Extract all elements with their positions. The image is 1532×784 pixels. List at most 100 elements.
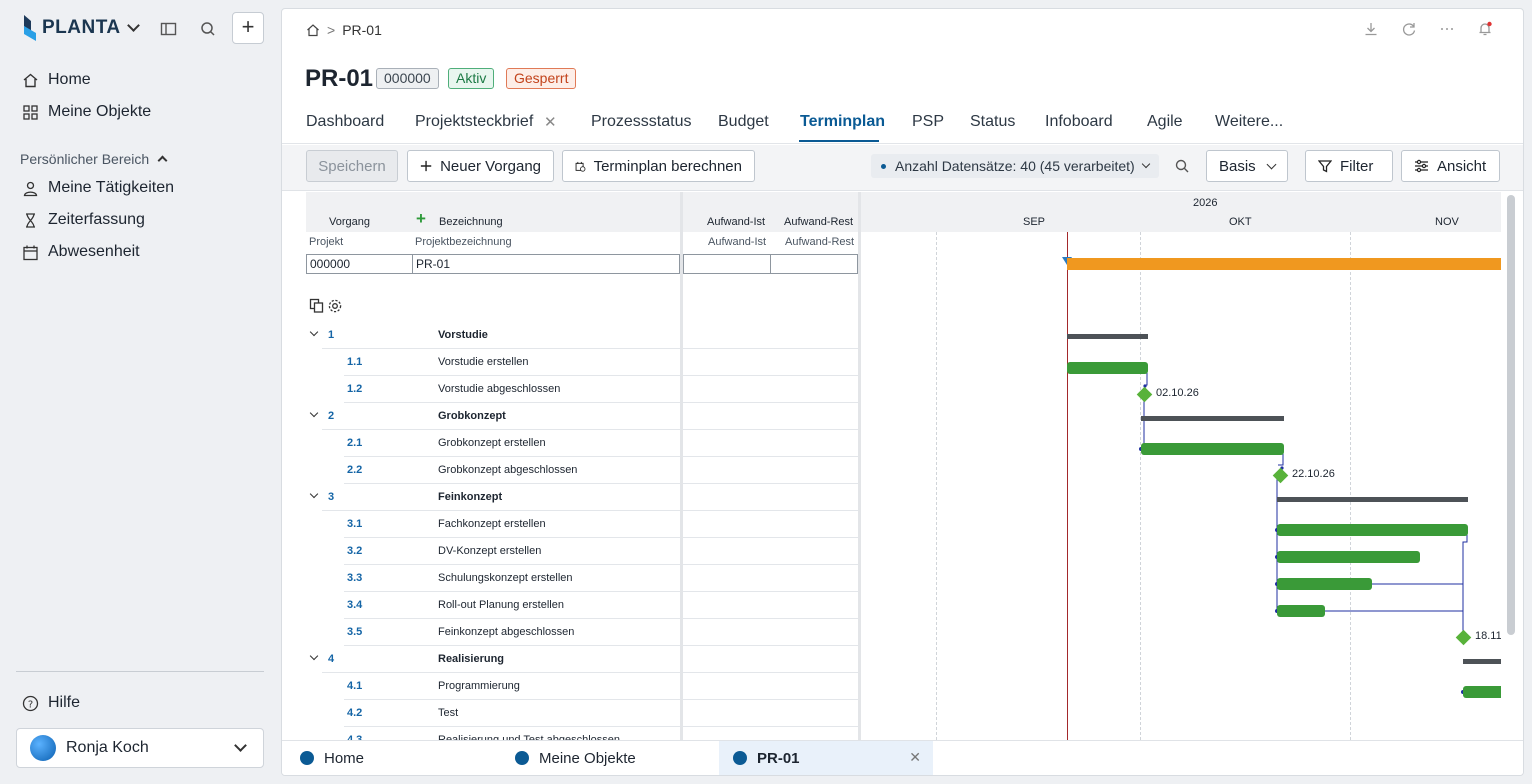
chevron-down-icon[interactable] [309,489,319,499]
chevron-down-icon[interactable] [309,651,319,661]
task-id: 3.1 [347,518,363,530]
nav-label: Zeiterfassung [48,211,145,228]
planta-logo-icon [22,15,38,41]
tab-terminplan[interactable]: Terminplan [800,113,885,131]
task-bar-3-3[interactable] [1277,578,1372,590]
grid-icon [23,104,38,120]
search-icon[interactable] [1174,158,1190,174]
view-mode-dropdown[interactable]: Basis [1206,150,1288,182]
column-header-vorgang[interactable]: Vorgang [329,216,370,228]
task-bar-1-1[interactable] [1067,362,1148,374]
chevron-right-icon: > [327,22,336,38]
task-bar-3-4[interactable] [1277,605,1325,617]
table-row[interactable]: 3.1 Fachkonzept erstellen [306,511,881,538]
window-tab-my-objects[interactable]: Meine Objekte [515,741,715,775]
nav-my-objects[interactable]: Meine Objekte [22,103,151,121]
user-menu[interactable]: Ronja Koch [16,728,264,768]
task-id: 3.5 [347,626,363,638]
milestone-label: 22.10.26 [1292,468,1335,480]
column-header-aufwand-rest[interactable]: Aufwand-Rest [784,216,853,228]
close-icon[interactable]: ✕ [909,749,921,766]
table-row[interactable]: 3 Feinkonzept [306,484,881,511]
window-tab-home[interactable]: Home [298,741,498,775]
calculate-schedule-button[interactable]: Terminplan berechnen [562,150,755,182]
record-count-label: Anzahl Datensätze: 40 (45 verarbeitet) [895,158,1135,174]
copy-icon[interactable] [309,298,324,313]
column-header-bezeichnung[interactable]: Bezeichnung [439,216,503,228]
summary-bar-feinkonzept[interactable] [1277,497,1468,502]
tab-dot-icon [733,751,747,765]
gear-icon[interactable] [327,298,343,314]
task-bar-3-1[interactable] [1277,524,1468,536]
save-button[interactable]: Speichern [306,150,398,182]
nav-home[interactable]: Home [22,71,91,89]
table-row[interactable]: 3.3 Schulungskonzept erstellen [306,565,881,592]
close-icon[interactable]: ✕ [544,113,557,131]
vertical-scrollbar[interactable] [1507,195,1515,635]
table-row[interactable]: 4.3 Realisierung und Test abgeschlossen [306,727,881,740]
project-id-field[interactable]: 000000 [306,254,413,274]
table-row[interactable]: 3.4 Roll-out Planung erstellen [306,592,881,619]
view-button[interactable]: Ansicht [1401,150,1500,182]
tab-status[interactable]: Status [970,113,1015,131]
column-splitter[interactable] [680,192,683,740]
app-switcher[interactable]: PLANTA [22,14,140,42]
table-row[interactable]: 4 Realisierung [306,646,881,673]
table-row[interactable]: 3.2 DV-Konzept erstellen [306,538,881,565]
task-bar-4-1[interactable] [1463,686,1501,698]
bell-icon[interactable] [1477,21,1493,37]
table-row[interactable]: 2 Grobkonzept [306,403,881,430]
tab-prozessstatus[interactable]: Prozessstatus [591,113,691,131]
record-count-dropdown[interactable]: Anzahl Datensätze: 40 (45 verarbeitet) [871,154,1159,178]
chevron-up-icon [157,155,168,166]
window-tab-pr01[interactable]: PR-01 ✕ [719,741,933,775]
table-row[interactable]: 4.2 Test [306,700,881,727]
table-row[interactable]: 1.1 Vorstudie erstellen [306,349,881,376]
summary-bar-grobkonzept[interactable] [1141,416,1284,421]
tab-infoboard[interactable]: Infoboard [1045,113,1113,131]
tab-dashboard[interactable]: Dashboard [306,113,384,131]
panel-toggle-icon[interactable] [158,18,180,40]
task-id: 2.1 [347,437,363,449]
task-bar-3-2[interactable] [1277,551,1420,563]
aufwand-rest-field[interactable] [770,254,858,274]
download-icon[interactable] [1363,21,1379,37]
table-row[interactable]: 2.1 Grobkonzept erstellen [306,430,881,457]
create-button[interactable]: + [232,12,264,44]
new-task-button[interactable]: Neuer Vorgang [407,150,554,182]
chevron-down-icon[interactable] [309,327,319,337]
nav-time-tracking[interactable]: Zeiterfassung [22,211,145,229]
refresh-icon[interactable] [1401,21,1417,37]
nav-absence[interactable]: Abwesenheit [22,243,140,261]
personal-section-toggle[interactable]: Persönlicher Bereich [20,151,168,167]
aufwand-ist-field[interactable] [683,254,772,274]
calendar-clock-icon [575,161,586,172]
tab-projektsteckbrief[interactable]: Projektsteckbrief [415,113,533,131]
table-row[interactable]: 4.1 Programmierung [306,673,881,700]
table-row[interactable]: 3.5 Feinkonzept abgeschlossen [306,619,881,646]
column-header-aufwand-ist[interactable]: Aufwand-Ist [707,216,765,228]
tab-agile[interactable]: Agile [1147,113,1183,131]
tab-psp[interactable]: PSP [912,113,944,131]
filter-button[interactable]: Filter [1305,150,1393,182]
task-name: Grobkonzept abgeschlossen [438,464,578,476]
project-name-field[interactable]: PR-01 [412,254,680,274]
dependency-links [1139,368,1468,694]
more-icon[interactable] [1439,21,1455,37]
table-row[interactable]: 1.2 Vorstudie abgeschlossen [306,376,881,403]
summary-bar-vorstudie[interactable] [1067,334,1148,339]
home-icon[interactable] [306,23,320,37]
nav-my-activities[interactable]: Meine Tätigkeiten [22,179,174,197]
tab-weitere[interactable]: Weitere... [1215,113,1283,131]
add-row-icon[interactable]: + [416,209,426,229]
search-icon[interactable] [197,18,219,40]
milestone-label: 02.10.26 [1156,387,1199,399]
nav-help[interactable]: ? Hilfe [22,694,80,712]
chevron-down-icon[interactable] [309,408,319,418]
summary-bar-realisierung[interactable] [1463,659,1501,664]
task-bar-2-1[interactable] [1141,443,1284,455]
tab-budget[interactable]: Budget [718,113,769,131]
table-row[interactable]: 1 Vorstudie [306,322,881,349]
button-label: Speichern [318,157,386,175]
table-row[interactable]: 2.2 Grobkonzept abgeschlossen [306,457,881,484]
